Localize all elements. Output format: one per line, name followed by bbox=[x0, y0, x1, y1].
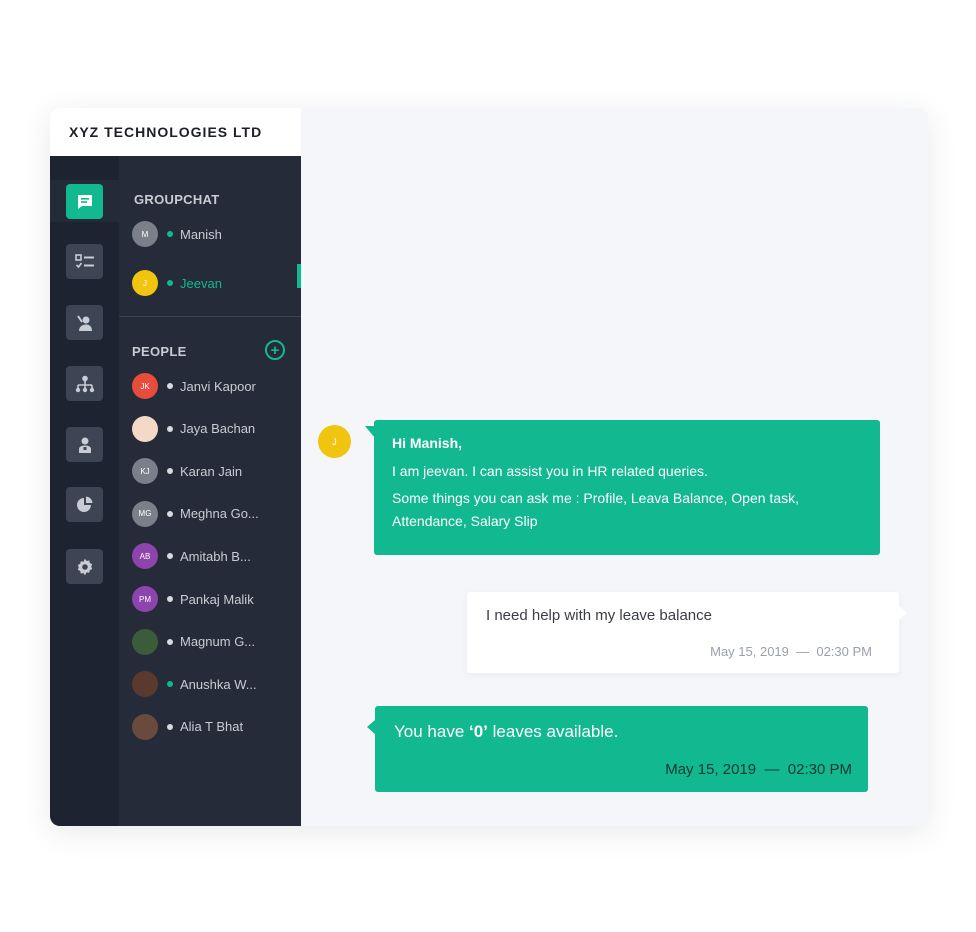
avatar bbox=[132, 628, 158, 655]
people-list-item[interactable]: MG Meghna Go... bbox=[132, 500, 259, 527]
contact-name: Pankaj Malik bbox=[180, 591, 254, 607]
avatar: PM bbox=[132, 586, 158, 612]
avatar: JK bbox=[132, 373, 158, 399]
contact-name: Meghna Go... bbox=[180, 506, 259, 522]
status-dot bbox=[167, 681, 173, 688]
contact-name: Manish bbox=[180, 226, 222, 242]
avatar: AB bbox=[132, 543, 158, 570]
rail-tasks-button[interactable] bbox=[66, 244, 103, 279]
avatar bbox=[132, 415, 158, 442]
groupchat-member-manish[interactable]: M Manish bbox=[132, 221, 222, 247]
add-person-button[interactable]: + bbox=[265, 340, 285, 360]
bot-reply: You have ‘0’ leaves available. May 15, 2… bbox=[367, 706, 868, 792]
contact-name: Karan Jain bbox=[180, 463, 243, 479]
contact-name: Anushka W... bbox=[180, 676, 257, 692]
contacts-panel: GROUPCHAT M Manish J Jeevan PEOPLE + JK J… bbox=[119, 156, 301, 826]
contact-name: Alia T Bhat bbox=[180, 719, 244, 735]
status-dot bbox=[167, 383, 173, 389]
status-dot bbox=[167, 280, 173, 286]
employee-icon bbox=[76, 436, 94, 454]
app-window: XYZ TECHNOLOGIES LTD GROUPCHAT M Manish … bbox=[50, 108, 928, 826]
people-list-item[interactable]: Anushka W... bbox=[132, 671, 257, 698]
people-list-item[interactable]: Magnum G... bbox=[132, 628, 256, 655]
contact-name: Jeevan bbox=[180, 275, 222, 291]
chat-icon bbox=[76, 193, 94, 211]
avatar bbox=[132, 713, 158, 740]
contact-name: Jaya Bachan bbox=[180, 421, 256, 437]
user-message: I need help with my leave balance May 15… bbox=[467, 592, 907, 673]
rail-employee-button[interactable] bbox=[66, 427, 103, 462]
message-timestamp: May 15, 2019 — 02:30 PM bbox=[710, 644, 872, 659]
bot-message: Hi Manish, I am jeevan. I can assist you… bbox=[365, 420, 880, 555]
people-list-item[interactable]: KJ Karan Jain bbox=[132, 458, 243, 485]
rail-settings-button[interactable] bbox=[66, 549, 103, 584]
people-title: PEOPLE bbox=[132, 344, 187, 359]
status-dot bbox=[167, 510, 173, 517]
contact-name: Magnum G... bbox=[180, 634, 256, 650]
task-list-icon bbox=[74, 253, 95, 271]
rail-profile-button[interactable] bbox=[66, 305, 103, 340]
status-dot bbox=[167, 723, 173, 730]
avatar: MG bbox=[132, 500, 158, 527]
contact-name: Amitabh B... bbox=[180, 548, 251, 564]
people-list-item[interactable]: PM Pankaj Malik bbox=[132, 586, 254, 612]
people-list-item[interactable]: Alia T Bhat bbox=[132, 713, 244, 740]
user-message-text: I need help with my leave balance bbox=[486, 607, 712, 624]
divider bbox=[119, 316, 301, 317]
user-profile-icon bbox=[76, 314, 94, 332]
people-list-item[interactable]: Jaya Bachan bbox=[132, 415, 256, 442]
avatar: M bbox=[132, 221, 158, 247]
bot-avatar: J bbox=[318, 425, 351, 458]
groupchat-title: GROUPCHAT bbox=[134, 192, 220, 207]
rail-reports-button[interactable] bbox=[66, 487, 103, 522]
status-dot bbox=[167, 425, 173, 432]
groupchat-member-jeevan[interactable]: J Jeevan bbox=[132, 270, 222, 296]
bot-message-line: I am jeevan. I can assist you in HR rela… bbox=[392, 463, 708, 479]
status-dot bbox=[167, 596, 173, 602]
status-dot bbox=[167, 468, 173, 475]
org-chart-icon bbox=[75, 375, 95, 393]
rail-chat-button[interactable] bbox=[66, 184, 103, 219]
avatar: KJ bbox=[132, 458, 158, 485]
active-contact-indicator bbox=[297, 264, 301, 288]
settings-icon bbox=[76, 558, 94, 576]
icon-rail bbox=[50, 156, 119, 826]
avatar: J bbox=[132, 270, 158, 296]
status-dot bbox=[167, 231, 173, 237]
pie-chart-icon bbox=[76, 496, 94, 514]
people-list-item[interactable]: JK Janvi Kapoor bbox=[132, 373, 256, 399]
avatar bbox=[132, 671, 158, 698]
bot-message-line: Some things you can ask me : Profile, Le… bbox=[392, 490, 799, 529]
people-list-item[interactable]: AB Amitabh B... bbox=[132, 543, 251, 570]
bot-reply-text: You have ‘0’ leaves available. bbox=[394, 722, 619, 741]
contact-name: Janvi Kapoor bbox=[180, 378, 256, 394]
status-dot bbox=[167, 638, 173, 645]
status-dot bbox=[167, 553, 173, 560]
plus-circle-icon: + bbox=[270, 341, 280, 359]
bot-greeting: Hi Manish, bbox=[392, 435, 463, 451]
message-timestamp: May 15, 2019 — 02:30 PM bbox=[665, 761, 852, 778]
company-name: XYZ TECHNOLOGIES LTD bbox=[50, 108, 301, 156]
rail-org-button[interactable] bbox=[66, 366, 103, 401]
